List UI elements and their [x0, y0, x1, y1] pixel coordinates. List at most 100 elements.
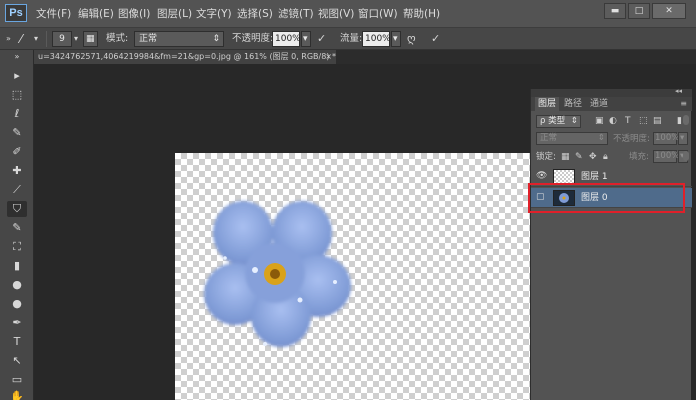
menu-filter[interactable]: 滤镜(T): [278, 0, 314, 28]
fill-input[interactable]: 100%: [653, 150, 679, 163]
opacity-label: 不透明度:: [232, 33, 274, 44]
menu-layer[interactable]: 图层(L): [157, 0, 192, 28]
menu-type[interactable]: 文字(Y): [196, 0, 232, 28]
brush-size-value: 9: [59, 34, 65, 44]
marquee-tool-icon[interactable]: ⬚: [7, 87, 27, 103]
hand-tool-icon[interactable]: ✋: [7, 389, 27, 400]
adjustment-filter-icon[interactable]: ◐: [609, 115, 617, 128]
lasso-tool-icon[interactable]: ℓ: [7, 106, 27, 122]
menu-image[interactable]: 图像(I): [118, 0, 150, 28]
menu-file[interactable]: 文件(F): [36, 0, 71, 28]
panel-tabs: 图层 路径 通道 ≡: [531, 97, 692, 111]
panel-scrollbar-mid[interactable]: [683, 151, 689, 161]
brush-size-picker[interactable]: 9: [52, 31, 72, 47]
layer-filter-row: ρ 类型 ⇕ ▣ ◐ T ⬚ ▤ ▮: [531, 113, 692, 130]
options-bar: » ⁄ ▾ 9 ▾ ▦ 模式: 正常 ⇕ 不透明度: 100% ▾ ✓ 流量: …: [0, 28, 696, 50]
pen-tool-icon[interactable]: ✒: [7, 315, 27, 331]
panel-collapse-icon[interactable]: ◂◂: [675, 87, 682, 95]
dropdown-arrows-icon: ⇕: [597, 133, 605, 143]
pressure-size-icon[interactable]: ✓: [431, 28, 440, 50]
lock-all-icon[interactable]: 🔒︎: [603, 151, 608, 164]
move-tool-icon[interactable]: ▸: [7, 68, 27, 84]
visibility-eye-icon[interactable]: 👁︎: [536, 171, 547, 181]
selected-layer-highlight: [528, 183, 685, 213]
clone-stamp-tool-icon[interactable]: ✎: [7, 220, 27, 236]
type-filter-icon[interactable]: T: [625, 115, 631, 128]
path-selection-tool-icon[interactable]: ↖: [7, 353, 27, 369]
flow-value: 100%: [365, 34, 391, 44]
tab-layers[interactable]: 图层: [535, 97, 560, 111]
dropdown-arrows-icon: ⇕: [212, 34, 220, 44]
blend-mode-value: 正常: [540, 133, 558, 143]
opacity-input[interactable]: 100%: [272, 31, 301, 47]
type-tool-icon[interactable]: T: [7, 334, 27, 350]
layer-opacity-value: 100%: [655, 133, 680, 143]
lock-transparency-icon[interactable]: ▦: [561, 151, 570, 164]
tab-paths[interactable]: 路径: [561, 97, 585, 111]
history-brush-tool-icon[interactable]: ⛶: [7, 239, 27, 255]
blend-mode-dropdown[interactable]: 正常 ⇕: [536, 132, 608, 145]
layer-opacity-dropdown-icon[interactable]: ▾: [678, 132, 688, 145]
maximize-button[interactable]: □: [628, 3, 650, 19]
mode-dropdown[interactable]: 正常 ⇕: [134, 31, 224, 47]
flow-dropdown-icon[interactable]: ▾: [391, 31, 401, 47]
blend-row: 正常 ⇕ 不透明度: 100% ▾: [531, 131, 692, 147]
fill-label: 填充:: [629, 152, 649, 162]
eyedropper-tool-icon[interactable]: ✚: [7, 163, 27, 179]
brush-tool-icon[interactable]: ⁄: [20, 28, 22, 50]
quick-select-tool-icon[interactable]: ✎: [7, 125, 27, 141]
eraser-tool-icon[interactable]: ▮: [7, 258, 27, 274]
menu-view[interactable]: 视图(V): [318, 0, 354, 28]
document-tab-bar: u=3424762571,4064219984&fm=21&gp=0.jpg @…: [34, 50, 696, 64]
close-tab-icon[interactable]: ×: [325, 50, 332, 64]
lock-position-icon[interactable]: ✥: [589, 151, 597, 164]
panel-menu-icon[interactable]: ≡: [677, 97, 690, 111]
document-tab[interactable]: u=3424762571,4064219984&fm=21&gp=0.jpg @…: [34, 50, 336, 64]
layer-filter-dropdown[interactable]: ρ 类型 ⇕: [536, 115, 581, 128]
smart-object-filter-icon[interactable]: ▤: [653, 115, 662, 128]
window-controls: ▬ □ ✕: [602, 3, 686, 21]
lock-label: 锁定:: [536, 152, 556, 162]
panel-scrollbar-top[interactable]: [683, 115, 689, 125]
gradient-tool-icon[interactable]: ●: [7, 277, 27, 293]
brush-tool-icon[interactable]: ⛉: [7, 201, 27, 217]
pixel-filter-icon[interactable]: ▣: [595, 115, 604, 128]
filter-toggle-icon[interactable]: ▮: [677, 115, 682, 128]
tool-preset-dropdown-icon[interactable]: ▾: [34, 28, 38, 50]
dropdown-arrows-icon: ⇕: [570, 116, 578, 126]
mode-value: 正常: [139, 34, 158, 44]
tab-channels[interactable]: 通道: [587, 97, 611, 111]
minimize-button[interactable]: ▬: [604, 3, 626, 19]
airbrush-icon[interactable]: ღ: [407, 28, 416, 50]
menu-bar: Ps 文件(F) 编辑(E) 图像(I) 图层(L) 文字(Y) 选择(S) 滤…: [0, 0, 696, 28]
blur-tool-icon[interactable]: ●: [7, 296, 27, 312]
healing-brush-tool-icon[interactable]: ⟋: [7, 182, 27, 198]
rectangle-tool-icon[interactable]: ▭: [7, 372, 27, 388]
pressure-opacity-icon[interactable]: ✓: [317, 28, 326, 50]
menu-edit[interactable]: 编辑(E): [78, 0, 114, 28]
toolbox-collapse-icon[interactable]: »: [7, 52, 27, 62]
shape-filter-icon[interactable]: ⬚: [639, 115, 648, 128]
menu-window[interactable]: 窗口(W): [358, 0, 398, 28]
layer-opacity-input[interactable]: 100%: [653, 132, 680, 145]
separator: [46, 31, 47, 47]
brush-picker-chevron-icon[interactable]: ▾: [74, 28, 78, 50]
photoshop-logo: Ps: [5, 4, 27, 22]
crop-tool-icon[interactable]: ✐: [7, 144, 27, 160]
menu-help[interactable]: 帮助(H): [403, 0, 440, 28]
mode-label: 模式:: [106, 33, 129, 44]
layer-filter-value: ρ 类型: [540, 116, 566, 126]
opacity-value: 100%: [275, 34, 301, 44]
flow-input[interactable]: 100%: [362, 31, 391, 47]
flower-image: [204, 201, 351, 347]
layer-opacity-label: 不透明度:: [613, 134, 650, 144]
lock-row: 锁定: ▦ ✎ ✥ 🔒︎ 填充: 100% ▾: [531, 149, 692, 165]
brush-panel-toggle-icon[interactable]: ▦: [83, 31, 98, 47]
opacity-dropdown-icon[interactable]: ▾: [301, 31, 311, 47]
toolbox: » ▸ ⬚ ℓ ✎ ✐ ✚ ⟋ ⛉ ✎ ⛶ ▮ ● ● ✒ T ↖ ▭ ✋: [0, 50, 34, 400]
close-button[interactable]: ✕: [652, 3, 686, 19]
menu-select[interactable]: 选择(S): [237, 0, 273, 28]
options-grip-icon: »: [6, 34, 11, 43]
lock-pixels-icon[interactable]: ✎: [575, 151, 583, 164]
document-tab-title: u=3424762571,4064219984&fm=21&gp=0.jpg @…: [38, 52, 336, 61]
